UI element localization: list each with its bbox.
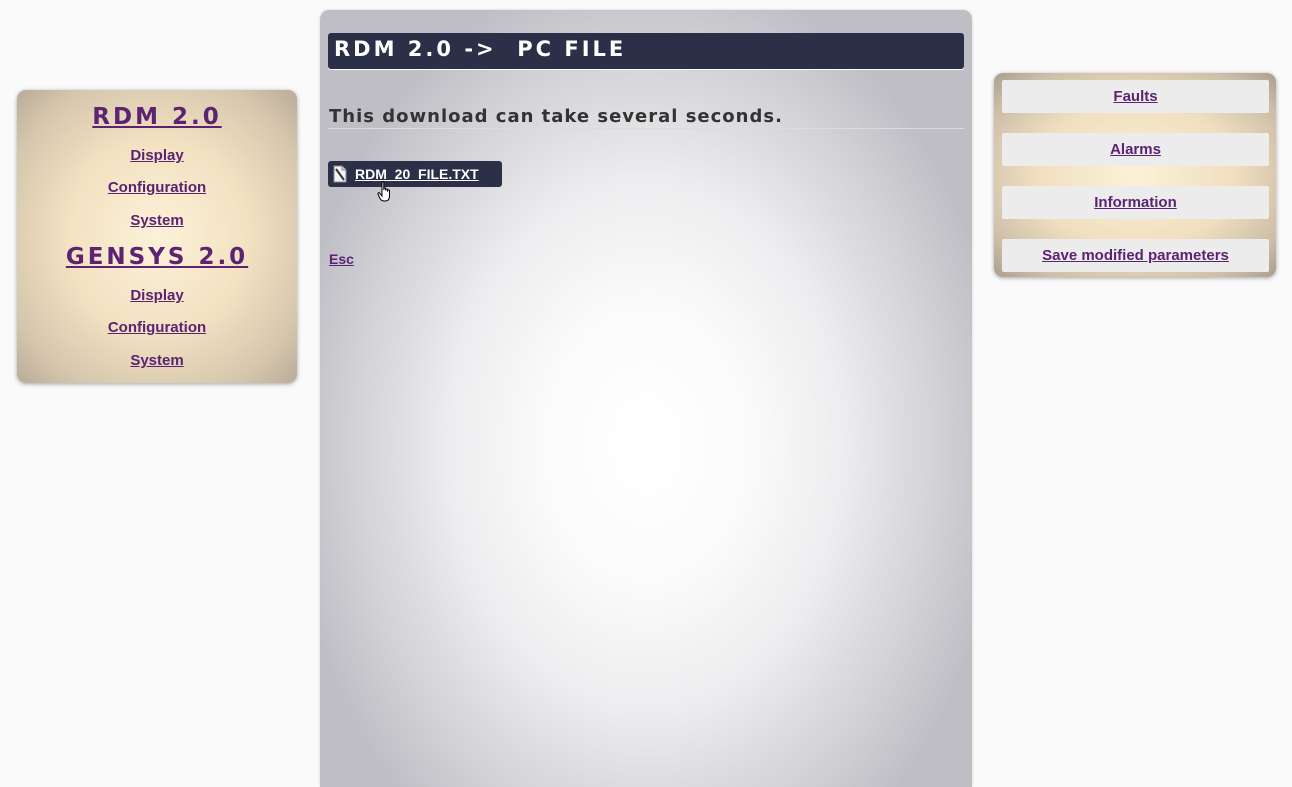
rdm-title-link[interactable]: RDM 2.0 <box>17 104 297 130</box>
left-nav-panel: RDM 2.0 Display Configuration System GEN… <box>17 90 297 383</box>
save-modified-parameters-button[interactable]: Save modified parameters <box>1002 239 1269 272</box>
alarms-button[interactable]: Alarms <box>1002 133 1269 166</box>
gensys-configuration-link[interactable]: Configuration <box>17 319 297 336</box>
file-name-label: RDM_20_FILE.TXT <box>355 166 479 182</box>
rdm-display-link[interactable]: Display <box>17 147 297 164</box>
rdm-system-link[interactable]: System <box>17 212 297 229</box>
divider <box>328 128 964 129</box>
hand-pointer-icon <box>377 181 390 202</box>
information-button[interactable]: Information <box>1002 186 1269 219</box>
gensys-display-link[interactable]: Display <box>17 287 297 304</box>
page-title: RDM 2.0 -> PC FILE <box>334 37 627 61</box>
rdm-configuration-link[interactable]: Configuration <box>17 179 297 196</box>
download-file-button[interactable]: RDM_20_FILE.TXT <box>328 161 502 187</box>
document-icon <box>333 165 347 183</box>
right-actions-panel: Faults Alarms Information Save modified … <box>994 73 1276 277</box>
gensys-title-link[interactable]: GENSYS 2.0 <box>17 244 297 270</box>
esc-link[interactable]: Esc <box>329 251 354 267</box>
faults-button[interactable]: Faults <box>1002 80 1269 113</box>
page-title-bar: RDM 2.0 -> PC FILE <box>328 33 964 69</box>
gensys-system-link[interactable]: System <box>17 352 297 369</box>
download-message: This download can take several seconds. <box>329 106 783 127</box>
main-content-panel: RDM 2.0 -> PC FILE This download can tak… <box>320 10 972 787</box>
